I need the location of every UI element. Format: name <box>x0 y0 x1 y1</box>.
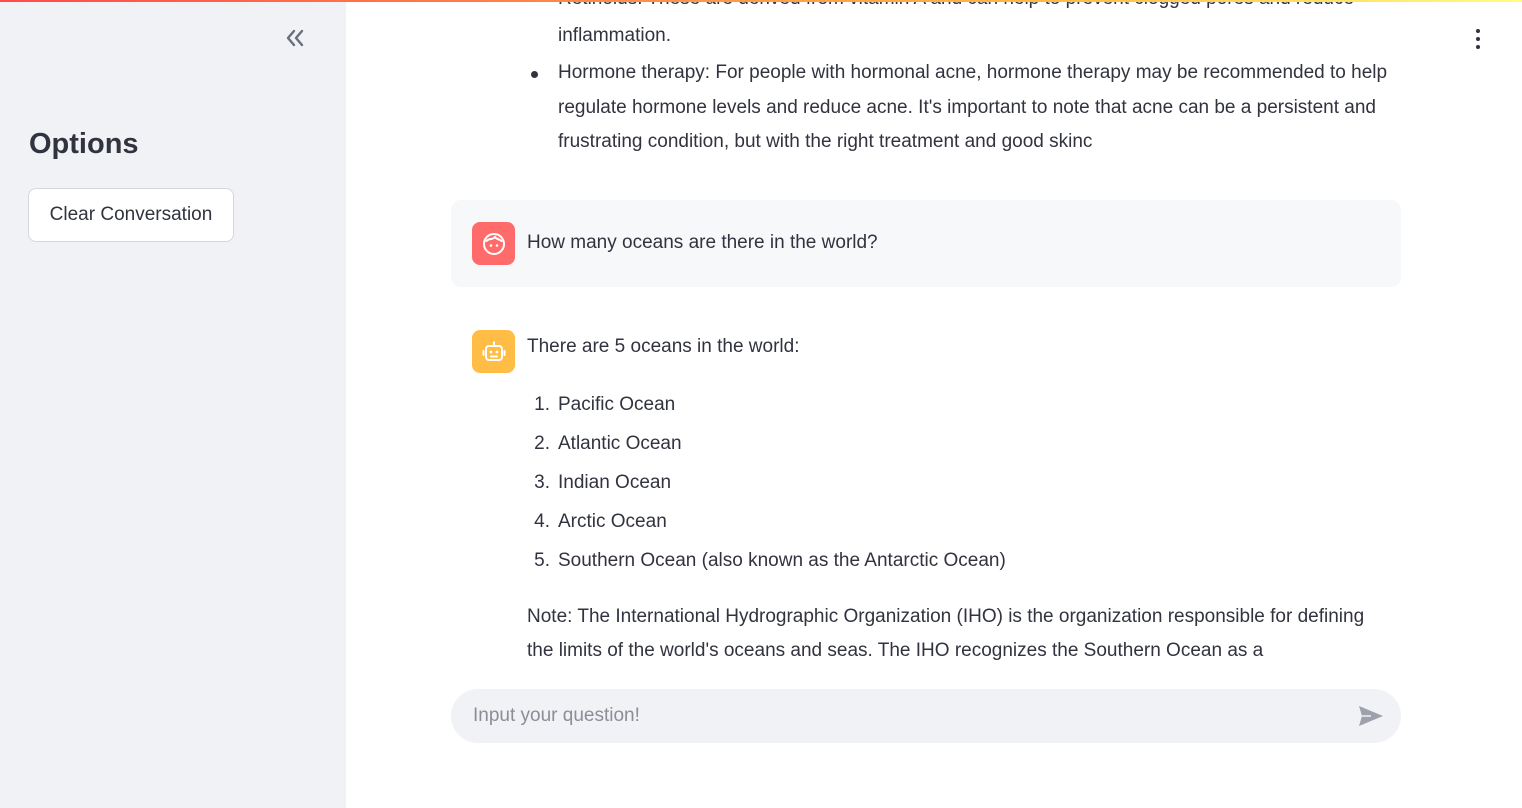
send-button[interactable] <box>1357 704 1385 728</box>
clear-conversation-button[interactable]: Clear Conversation <box>28 188 234 242</box>
user-avatar <box>472 222 515 265</box>
list-item: 5. Southern Ocean (also known as the Ant… <box>527 542 1387 581</box>
chat-input-container <box>451 689 1401 743</box>
vertical-dots-icon <box>1476 29 1480 33</box>
user-message-text: How many oceans are there in the world? <box>527 232 878 253</box>
double-chevron-left-icon <box>286 29 304 47</box>
face-icon <box>482 232 505 255</box>
list-number: 1. <box>534 393 550 415</box>
list-number: 4. <box>534 510 550 532</box>
sidebar-title: Options <box>29 128 139 160</box>
ocean-name: Arctic Ocean <box>558 510 667 532</box>
sidebar: Options Clear Conversation <box>0 0 346 808</box>
list-item: 4. Arctic Ocean <box>527 503 1387 542</box>
bot-note: Note: The International Hydrographic Org… <box>527 605 1365 662</box>
list-item: 1. Pacific Ocean <box>527 386 1387 425</box>
robot-icon <box>482 340 505 361</box>
bullet-text: Hormone therapy: For people with hormona… <box>558 62 1388 152</box>
send-arrow-icon <box>1359 706 1383 726</box>
bot-avatar <box>472 330 515 373</box>
list-number: 5. <box>534 549 550 571</box>
cut-off-line-end: inflammation. <box>558 24 671 46</box>
list-item: 3. Indian Ocean <box>527 464 1387 503</box>
bot-message: There are 5 oceans in the world: 1. Paci… <box>451 314 1401 674</box>
bot-intro: There are 5 oceans in the world: <box>527 336 800 357</box>
list-item: 2. Atlantic Ocean <box>527 425 1387 464</box>
list-number: 2. <box>534 432 550 454</box>
ocean-list: 1. Pacific Ocean 2. Atlantic Ocean 3. In… <box>527 386 1387 581</box>
bullet-dot <box>531 71 538 78</box>
main-menu-button[interactable] <box>1466 26 1490 52</box>
list-item: Hormone therapy: For people with hormona… <box>526 56 1406 160</box>
header-gradient-bar <box>0 0 1522 2</box>
ocean-name: Southern Ocean (also known as the Antarc… <box>558 549 1006 571</box>
list-number: 3. <box>534 471 550 493</box>
main-area: Retinoids: These are derived from vitami… <box>346 0 1522 808</box>
bot-message-content: There are 5 oceans in the world: 1. Paci… <box>527 330 1387 669</box>
user-message: How many oceans are there in the world? <box>451 200 1401 287</box>
ocean-name: Pacific Ocean <box>558 393 676 415</box>
cut-off-line: Retinoids: These are derived from vitami… <box>526 0 1406 17</box>
ocean-name: Atlantic Ocean <box>558 432 682 454</box>
ocean-name: Indian Ocean <box>558 471 672 493</box>
previous-bot-message: Retinoids: These are derived from vitami… <box>526 0 1406 160</box>
collapse-sidebar-button[interactable] <box>280 24 310 52</box>
chat-input[interactable] <box>473 689 1343 743</box>
